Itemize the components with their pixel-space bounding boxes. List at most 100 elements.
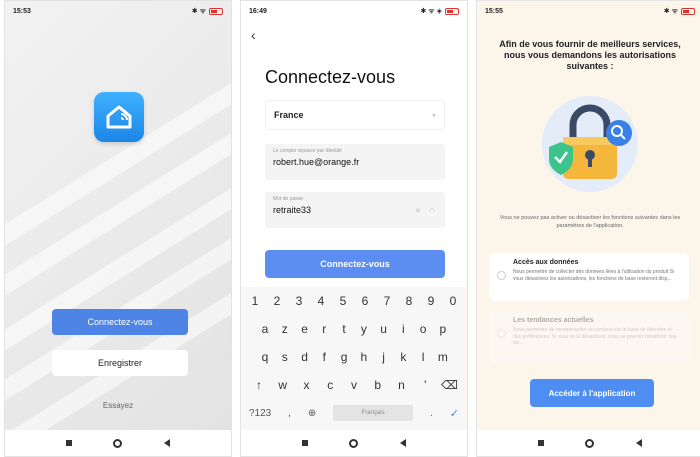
keyboard-key[interactable]: u	[376, 322, 392, 336]
keyboard-key[interactable]: w	[275, 378, 291, 392]
keyboard-key[interactable]: j	[376, 350, 392, 364]
keyboard-key[interactable]: 7	[379, 294, 395, 308]
keyboard-key[interactable]: 4	[313, 294, 329, 308]
back-icon[interactable]	[164, 439, 171, 447]
status-time: 15:55	[485, 7, 503, 15]
keyboard-key[interactable]: q	[257, 350, 273, 364]
back-icon[interactable]	[636, 439, 643, 447]
signal-wifi-icon: ✱ ᯤ ◈	[420, 7, 442, 15]
symbols-key[interactable]: ?123	[249, 408, 271, 419]
android-nav-bar	[5, 430, 231, 456]
keyboard-key[interactable]: z	[277, 322, 293, 336]
space-key[interactable]: Français	[333, 405, 414, 421]
keyboard-key[interactable]: v	[346, 378, 362, 392]
keyboard-key[interactable]: h	[356, 350, 372, 364]
smart-home-logo-icon	[94, 92, 144, 142]
keyboard-key[interactable]: ⌫	[441, 378, 458, 392]
keyboard-row-1: azertyuiop	[247, 317, 461, 341]
globe-icon[interactable]: ⊕	[308, 408, 316, 419]
battery-icon	[209, 7, 223, 15]
keyboard-key[interactable]: r	[316, 322, 332, 336]
login-screen: 16:49 ✱ ᯤ ◈ ‹ Connectez-vous France ▾ Le…	[240, 0, 468, 457]
access-app-button[interactable]: Accéder à l'application	[530, 379, 654, 407]
back-icon[interactable]	[400, 439, 407, 447]
keyboard-key[interactable]: c	[322, 378, 338, 392]
enter-check-icon[interactable]: ✓	[450, 407, 459, 420]
keyboard-key[interactable]: o	[415, 322, 431, 336]
home-icon[interactable]	[113, 438, 123, 448]
permission-card-data-access[interactable]: Accès aux données Nous permettre de coll…	[489, 253, 689, 301]
recents-icon[interactable]	[301, 440, 308, 446]
country-value: France	[274, 110, 304, 120]
permissions-screen: 15:55 ✱ ᯤ Afin de vous fournir de meille…	[476, 0, 700, 457]
keyboard-key[interactable]: i	[395, 322, 411, 336]
radio-icon[interactable]	[497, 271, 506, 280]
keyboard-key[interactable]: y	[356, 322, 372, 336]
status-bar: 15:53 ✱ ᯤ	[5, 1, 231, 21]
home-icon[interactable]	[349, 438, 359, 448]
keyboard-key[interactable]: l	[415, 350, 431, 364]
keyboard-key[interactable]: t	[336, 322, 352, 336]
on-screen-keyboard: 1234567890 azertyuiop qsdfghjklm ↑ w x c v b n…	[241, 287, 467, 432]
keyboard-key[interactable]: 9	[423, 294, 439, 308]
keyboard-key[interactable]: a	[257, 322, 273, 336]
radio-icon[interactable]	[497, 329, 506, 338]
keyboard-key[interactable]: 6	[357, 294, 373, 308]
keyboard-key[interactable]: '	[417, 378, 433, 392]
email-field[interactable]: Le compte repasse par Identité robert.hu…	[265, 144, 445, 180]
permission-card-trends[interactable]: Les tendances actuelles Nous permettre d…	[489, 311, 689, 363]
info-text: Vous ne pouvez pas activer ou désactiver…	[499, 215, 681, 229]
recents-icon[interactable]	[537, 440, 544, 446]
keyboard-key[interactable]: b	[370, 378, 386, 392]
country-select[interactable]: France ▾	[265, 100, 445, 130]
keyboard-key[interactable]: d	[297, 350, 313, 364]
keyboard-key[interactable]: 8	[401, 294, 417, 308]
android-nav-bar	[477, 430, 700, 456]
back-arrow-icon[interactable]: ‹	[251, 27, 256, 43]
password-field[interactable]: Mot de passe retraite33 ✕ ◠	[265, 192, 445, 228]
keyboard-key[interactable]: 1	[247, 294, 263, 308]
password-label: Mot de passe	[273, 196, 304, 202]
keyboard-key[interactable]: m	[435, 350, 451, 364]
keyboard-key[interactable]: 0	[445, 294, 461, 308]
keyboard-key[interactable]: g	[336, 350, 352, 364]
try-link[interactable]: Essayez	[5, 401, 231, 410]
page-title: Connectez-vous	[265, 67, 396, 87]
keyboard-key[interactable]: 5	[335, 294, 351, 308]
keyboard-key[interactable]: f	[316, 350, 332, 364]
chevron-down-icon: ▾	[431, 110, 436, 120]
battery-icon	[445, 7, 459, 15]
login-button[interactable]: Connectez-vous	[52, 309, 188, 335]
splash-screen: 15:53 ✱ ᯤ Connectez-vous Enregistrer Ess…	[4, 0, 232, 457]
keyboard-key[interactable]: 2	[269, 294, 285, 308]
keyboard-row-3: ↑ w x c v b n ' ⌫	[247, 373, 461, 397]
login-submit-button[interactable]: Connectez-vous	[265, 250, 445, 278]
keyboard-key[interactable]: p	[435, 322, 451, 336]
status-time: 16:49	[249, 7, 267, 15]
eye-icon[interactable]: ◠	[429, 207, 435, 215]
keyboard-row-2: qsdfghjklm	[247, 345, 461, 369]
status-bar: 16:49 ✱ ᯤ ◈	[241, 1, 467, 21]
android-nav-bar	[241, 430, 467, 456]
recents-icon[interactable]	[65, 440, 72, 446]
keyboard-key[interactable]: ↑	[251, 378, 267, 392]
email-label: Le compte repasse par Identité	[273, 148, 342, 154]
clear-icon[interactable]: ✕	[415, 207, 421, 215]
card-description: Nous permettre de collecter des données …	[513, 269, 675, 282]
status-bar: 15:55 ✱ ᯤ	[477, 1, 700, 21]
home-icon[interactable]	[585, 438, 595, 448]
register-button[interactable]: Enregistrer	[52, 350, 188, 376]
padlock-illustration-icon	[535, 89, 645, 199]
status-time: 15:53	[13, 7, 31, 15]
comma-key[interactable]: ,	[288, 408, 291, 419]
keyboard-key[interactable]: x	[299, 378, 315, 392]
battery-icon	[681, 7, 695, 15]
period-key[interactable]: .	[430, 408, 433, 419]
keyboard-key[interactable]: 3	[291, 294, 307, 308]
keyboard-key[interactable]: s	[277, 350, 293, 364]
keyboard-row-bottom: ?123 , ⊕ Français . ✓	[247, 401, 461, 425]
keyboard-key[interactable]: n	[394, 378, 410, 392]
signal-icon: ✱ ᯤ	[663, 7, 678, 15]
keyboard-key[interactable]: e	[297, 322, 313, 336]
keyboard-key[interactable]: k	[395, 350, 411, 364]
